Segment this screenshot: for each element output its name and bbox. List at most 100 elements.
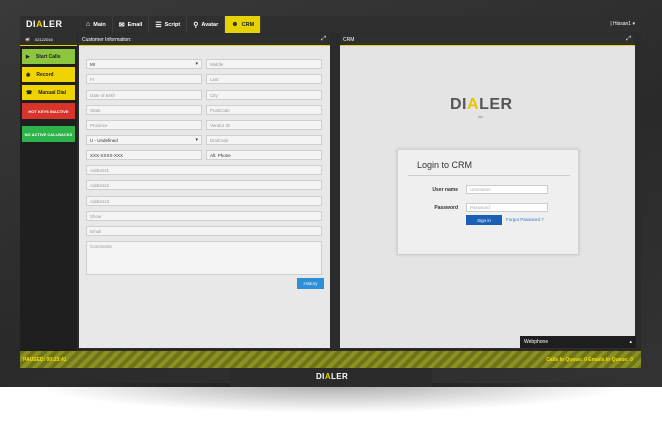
first-name-placeholder: FI xyxy=(90,76,94,82)
expand-icon[interactable]: ⤢ xyxy=(626,36,631,43)
phone-input[interactable]: XXX-XXXX-XXX xyxy=(86,150,202,160)
crm-panel: CRM ⤢ DIALER 360 Login to CRM User name … xyxy=(340,34,636,348)
dob-input[interactable]: Date of Birth xyxy=(86,90,202,100)
crm-logo-accent: A xyxy=(467,96,480,113)
phone-icon: ☎ xyxy=(26,89,33,96)
province-input[interactable]: Province xyxy=(86,120,202,130)
left-rail: 📢 02122016 ▶ Start Calls ◉ Record ☎ Manu… xyxy=(20,33,77,351)
address2-input[interactable]: Address2 xyxy=(86,180,322,190)
state-input[interactable]: State xyxy=(86,105,202,115)
start-calls-label: Start Calls xyxy=(35,53,61,60)
alt-phone-input[interactable]: Alt. Phone xyxy=(206,150,322,160)
city-placeholder: City xyxy=(210,92,218,98)
footer-logo-suffix: LER xyxy=(331,372,349,381)
city-input[interactable]: City xyxy=(206,90,322,100)
campaign-id: 02122016 xyxy=(34,36,53,42)
nav-avatar[interactable]: ⚲ Avatar xyxy=(187,16,226,33)
alt-phone-placeholder: Alt. Phone xyxy=(210,152,231,158)
postcode-placeholder: PostCode xyxy=(210,107,230,113)
start-calls-button[interactable]: ▶ Start Calls xyxy=(22,49,75,64)
state-placeholder: State xyxy=(90,107,101,113)
first-name-input[interactable]: FI xyxy=(86,74,202,84)
logo-suffix: LER xyxy=(43,19,63,29)
record-label: Record xyxy=(36,71,54,78)
vendor-id-input[interactable]: Vendor ID xyxy=(206,120,322,130)
hot-keys-label: HOT KEYS INACTIVE xyxy=(28,108,69,114)
last-name-input[interactable]: Last xyxy=(206,74,322,84)
postcode-input[interactable]: PostCode xyxy=(206,105,322,115)
logo-prefix: DI xyxy=(26,19,36,29)
dob-placeholder: Date of Birth xyxy=(90,92,116,98)
manual-dial-button[interactable]: ☎ Manual Dial xyxy=(22,85,75,100)
app-logo[interactable]: DIALER xyxy=(26,19,63,29)
main-nav: ⌂ Main ✉ Email ☰ Script ⚲ Avatar ☻ CRM xyxy=(80,16,262,33)
address1-input[interactable]: Address1 xyxy=(86,165,322,175)
nav-avatar-label: Avatar xyxy=(201,21,219,28)
comments-placeholder: Comments xyxy=(90,244,112,249)
customer-panel-header: Customer Information: ⤢ xyxy=(79,34,330,46)
dial-code-placeholder: DialCode xyxy=(210,137,229,143)
history-button[interactable]: History xyxy=(297,278,324,289)
logo-accent: A xyxy=(36,19,43,29)
username-placeholder: Username xyxy=(470,187,491,192)
footer-tab: DIALER xyxy=(230,368,432,387)
rail-header: 📢 02122016 xyxy=(20,33,77,46)
crm-logo-prefix: DI xyxy=(450,96,467,113)
status-bar: PAUSED: 00:23:41 Calls In Queue: 0 Email… xyxy=(20,351,641,368)
drop-shadow xyxy=(30,383,632,413)
address2-placeholder: Address2 xyxy=(90,182,110,188)
nav-script-label: Script xyxy=(164,21,181,28)
callbacks-status[interactable]: NO ACTIVE CALLBACKS xyxy=(22,126,75,142)
megaphone-icon: 📢 xyxy=(25,36,30,42)
nav-email-label: Email xyxy=(127,21,143,28)
forgot-password-link[interactable]: Forgot Password ? xyxy=(506,217,544,222)
footer-logo-prefix: DI xyxy=(316,372,325,381)
expand-icon[interactable]: ⤢ xyxy=(321,36,326,43)
nav-email[interactable]: ✉ Email xyxy=(113,16,150,33)
record-icon: ◉ xyxy=(26,71,31,78)
middle-name-input[interactable]: Middle xyxy=(206,59,322,69)
sign-in-button[interactable]: Sign in xyxy=(466,215,502,225)
title-select[interactable]: Mr xyxy=(86,59,202,69)
gmt-select-value: U - Undefined xyxy=(90,137,118,143)
username-label: User name xyxy=(432,187,458,193)
gmt-select[interactable]: U - Undefined xyxy=(86,135,202,145)
envelope-icon: ✉ xyxy=(118,21,125,29)
password-input[interactable]: Password xyxy=(466,203,548,212)
nav-crm[interactable]: ☻ CRM xyxy=(225,16,262,33)
nav-crm-label: CRM xyxy=(241,21,255,28)
email-input[interactable]: Email xyxy=(86,226,322,236)
title-select-value: Mr xyxy=(90,61,96,67)
paused-timer: PAUSED: 00:23:41 xyxy=(23,357,67,363)
queue-counts: Calls In Queue: 0 Emails In Queue: 0 xyxy=(546,357,633,363)
login-box: Login to CRM User name Username Password… xyxy=(397,149,579,255)
show-placeholder: Show xyxy=(90,213,102,219)
nav-script[interactable]: ☰ Script xyxy=(149,16,188,33)
webphone-bar[interactable]: Webphone ▴ xyxy=(520,336,636,348)
login-divider xyxy=(408,175,570,176)
app-window: DIALER ⌂ Main ✉ Email ☰ Script ⚲ Avatar … xyxy=(20,16,641,368)
dial-code-input[interactable]: DialCode xyxy=(206,135,322,145)
customer-panel-title: Customer Information: xyxy=(82,36,132,43)
password-label: Password xyxy=(434,205,458,211)
username-input[interactable]: Username xyxy=(466,185,548,194)
user-menu[interactable]: | Hissan1 ▾ xyxy=(610,21,635,27)
record-button[interactable]: ◉ Record xyxy=(22,67,75,82)
last-name-placeholder: Last xyxy=(210,76,219,82)
callbacks-label: NO ACTIVE CALLBACKS xyxy=(24,131,73,137)
caret-down-icon: ▾ xyxy=(632,21,635,27)
comments-textarea[interactable]: Comments xyxy=(86,241,322,275)
home-icon: ⌂ xyxy=(86,21,91,28)
hot-keys-status[interactable]: HOT KEYS INACTIVE xyxy=(22,103,75,119)
show-input[interactable]: Show xyxy=(86,211,322,221)
avatar-icon: ⚲ xyxy=(193,21,199,29)
caret-up-icon: ▴ xyxy=(629,339,632,345)
middle-name-placeholder: Middle xyxy=(210,61,224,67)
phone-value: XXX-XXXX-XXX xyxy=(90,152,124,158)
footer-logo: DIALER xyxy=(316,372,348,381)
address3-input[interactable]: Address3 xyxy=(86,196,322,206)
province-placeholder: Province xyxy=(90,122,108,128)
nav-main[interactable]: ⌂ Main xyxy=(80,16,113,33)
customer-info-panel: Customer Information: ⤢ Mr Middle FI Las… xyxy=(79,34,330,348)
address1-placeholder: Address1 xyxy=(90,167,110,173)
